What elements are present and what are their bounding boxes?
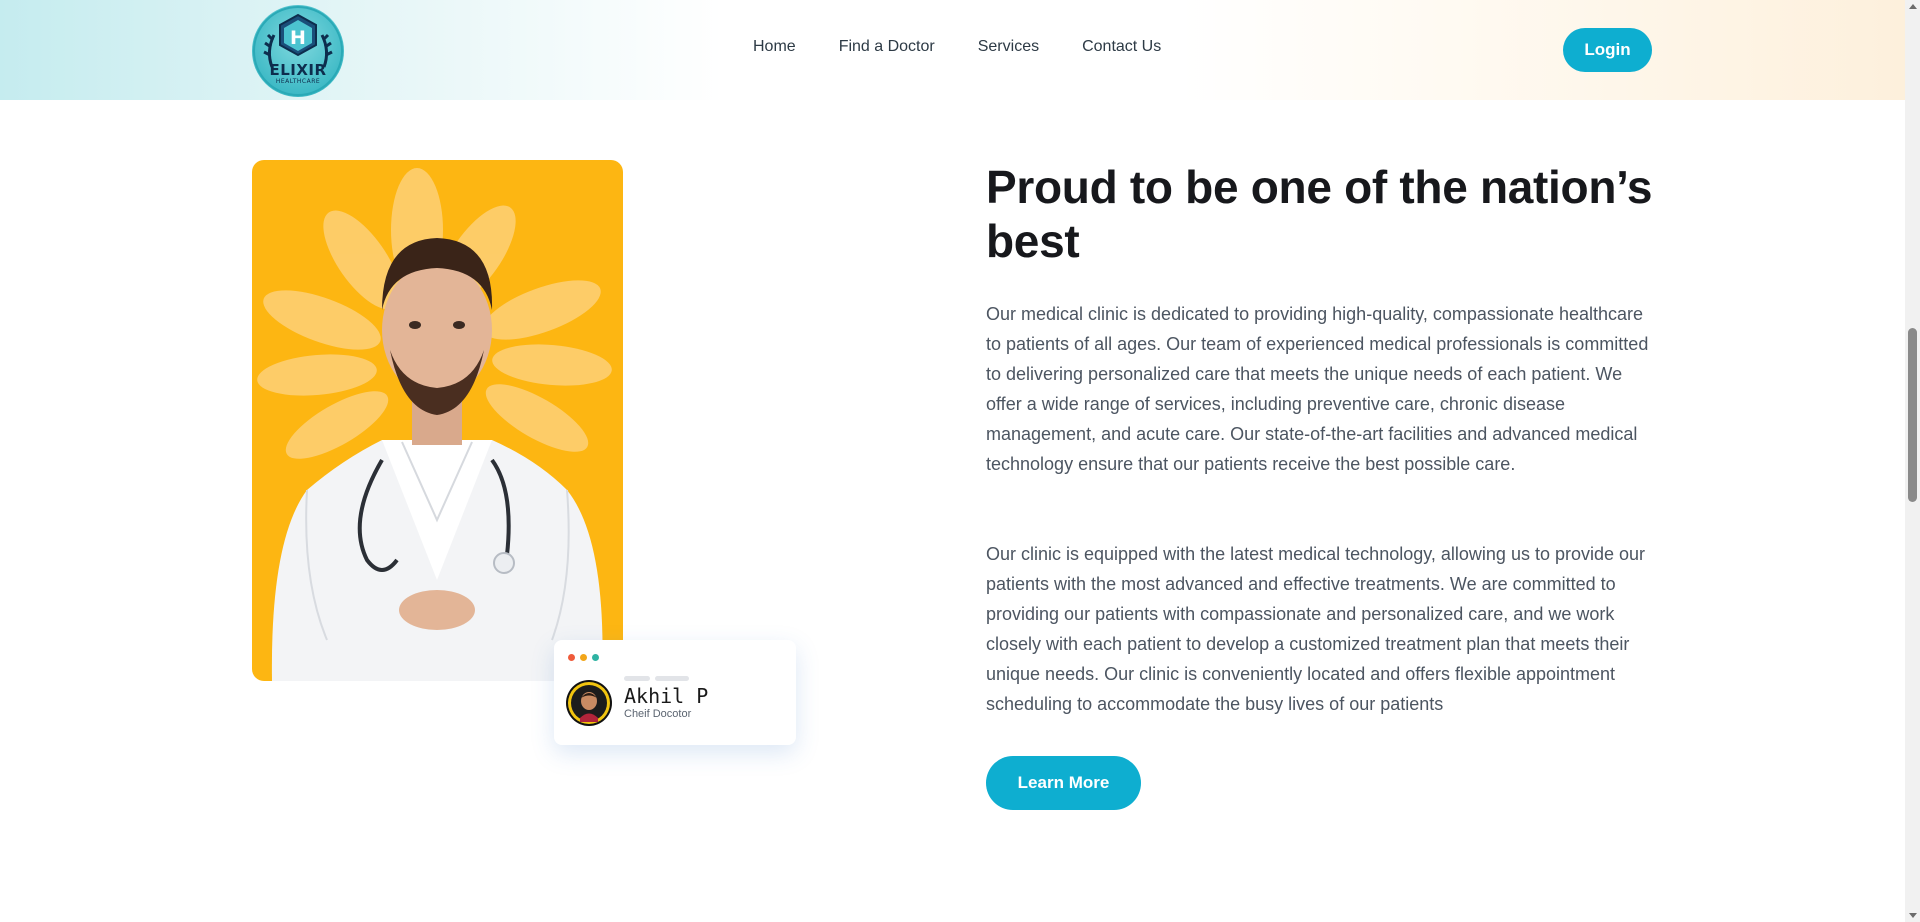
logo-wordmark: ELIXIR xyxy=(269,61,327,79)
yellow-dot-icon xyxy=(580,654,587,661)
red-dot-icon xyxy=(568,654,575,661)
section-headline: Proud to be one of the nation’s best xyxy=(986,161,1653,267)
scroll-down-arrow-icon[interactable] xyxy=(1909,913,1917,918)
doctor-info-card: Akhil P Cheif Docotor xyxy=(554,640,796,745)
window-dots xyxy=(568,654,604,661)
elixir-logo[interactable]: H ELIXIR HEALTHCARE xyxy=(252,5,344,97)
page-scrollbar[interactable] xyxy=(1905,0,1920,922)
site-header: H ELIXIR HEALTHCARE Home Find a Doctor S… xyxy=(0,0,1905,100)
placeholder-bar xyxy=(655,676,689,681)
nav-home[interactable]: Home xyxy=(753,38,796,56)
green-dot-icon xyxy=(592,654,599,661)
scroll-up-arrow-icon[interactable] xyxy=(1909,4,1917,9)
scrollbar-thumb[interactable] xyxy=(1908,328,1917,502)
nav-contact-us[interactable]: Contact Us xyxy=(1082,38,1161,56)
doctor-name: Akhil P xyxy=(624,684,709,708)
placeholder-bar xyxy=(624,676,650,681)
doctor-role: Cheif Docotor xyxy=(624,708,692,720)
placeholder-bars xyxy=(624,676,694,681)
logo-subtitle: HEALTHCARE xyxy=(275,78,321,85)
about-paragraph: Our medical clinic is dedicated to provi… xyxy=(986,304,1649,474)
nav-services[interactable]: Services xyxy=(978,38,1039,56)
doctor-illustration xyxy=(257,168,612,681)
nav-find-a-doctor[interactable]: Find a Doctor xyxy=(839,38,935,56)
avatar xyxy=(566,680,612,726)
main-nav: Home Find a Doctor Services Contact Us xyxy=(753,38,1161,56)
svg-text:H: H xyxy=(290,27,306,49)
login-button[interactable]: Login xyxy=(1563,28,1652,72)
doctor-photo xyxy=(252,160,623,681)
about-paragraph: Our clinic is equipped with the latest m… xyxy=(986,544,1646,714)
avatar-image xyxy=(568,682,610,724)
learn-more-button[interactable]: Learn More xyxy=(986,756,1141,810)
